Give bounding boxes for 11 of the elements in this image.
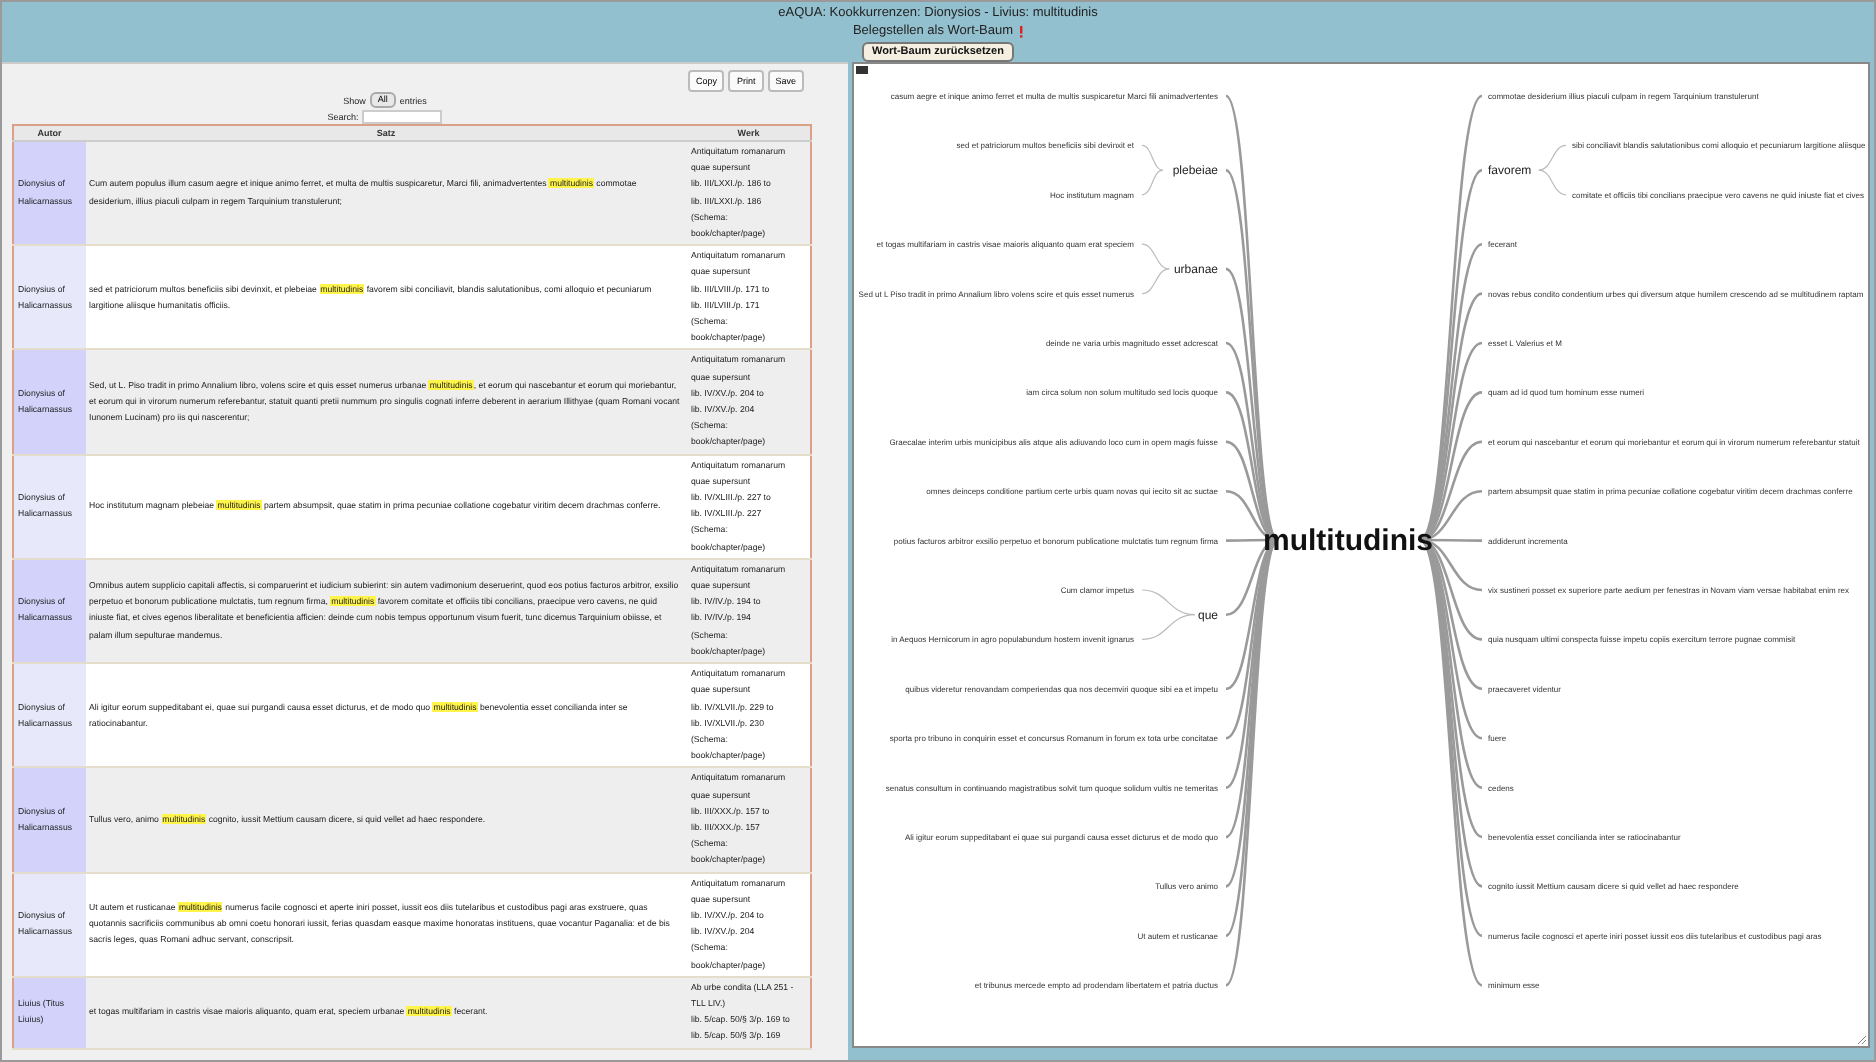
tree-branch: [1141, 614, 1196, 640]
help-icon[interactable]: [1017, 26, 1024, 38]
tree-branch: [1538, 144, 1567, 171]
tree-root[interactable]: multitudinis: [1263, 524, 1433, 558]
tree-branch: [1141, 169, 1164, 196]
tree-branch: [1141, 243, 1170, 270]
search-field[interactable]: [362, 109, 443, 123]
tree-branch: [1538, 169, 1567, 196]
resize-grip-icon[interactable]: [1858, 1036, 1866, 1044]
tree-branch: [1141, 268, 1170, 295]
tree-branch: [1141, 144, 1164, 171]
